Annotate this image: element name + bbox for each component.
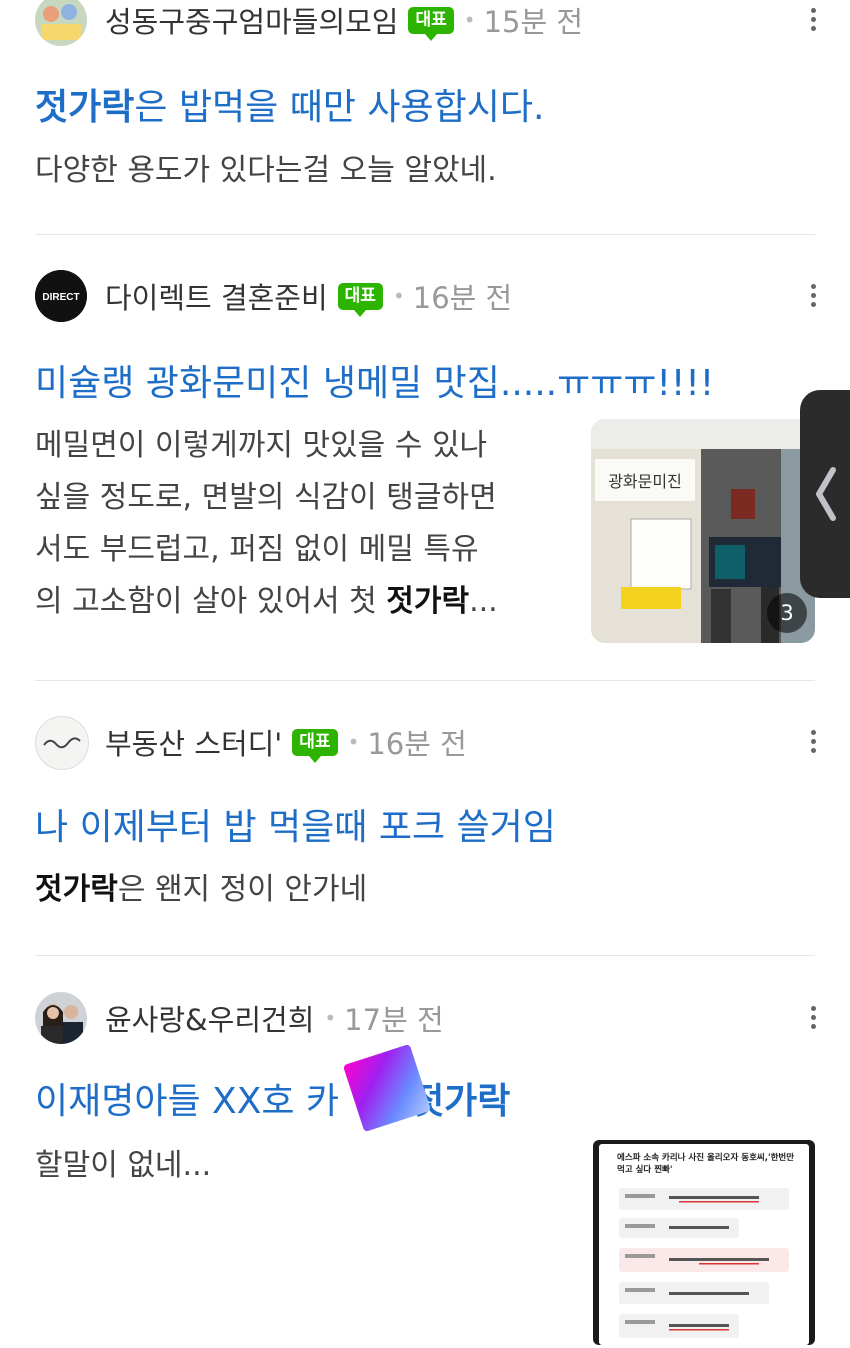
thumbnail-heading: 에스파 소속 카리나 사진 올리오자 동호씨,'한번만 먹고 싶다 찐빠' bbox=[617, 1153, 795, 1175]
cafe-avatar[interactable] bbox=[35, 992, 87, 1044]
divider bbox=[35, 234, 815, 235]
chevron-left-icon bbox=[816, 467, 836, 521]
snippet-line: 서도 부드럽고, 퍼짐 없이 메밀 특유 bbox=[35, 532, 479, 567]
separator-dot: • bbox=[347, 730, 360, 754]
highlight-keyword: 젓가락 bbox=[386, 584, 470, 619]
ellipsis: ... bbox=[469, 584, 498, 619]
avatar-label: DIRECT bbox=[42, 292, 79, 303]
title-text: 은 밥먹을 때만 사용합시다. bbox=[134, 87, 545, 128]
more-vertical-icon[interactable] bbox=[801, 0, 825, 44]
cafe-name[interactable]: 다이렉트 결혼준비 bbox=[105, 275, 328, 317]
more-vertical-icon[interactable] bbox=[801, 992, 825, 1042]
cafe-name[interactable]: 윤사랑&우리건희 bbox=[105, 997, 314, 1039]
title-text: 이재명아들 XX호 카 bbox=[35, 1081, 340, 1122]
more-vertical-icon[interactable] bbox=[801, 270, 825, 320]
separator-dot: • bbox=[392, 284, 405, 308]
post-thumbnail[interactable]: 에스파 소속 카리나 사진 올리오자 동호씨,'한번만 먹고 싶다 찐빠' bbox=[593, 1140, 815, 1345]
separator-dot: • bbox=[324, 1006, 337, 1030]
post-thumbnail[interactable]: 광화문미진 3 bbox=[591, 419, 815, 643]
post-time: 17분 전 bbox=[344, 1003, 444, 1037]
snippet-text: 의 고소함이 살아 있어서 첫 bbox=[35, 584, 387, 619]
divider bbox=[35, 955, 815, 956]
post-snippet: 할말이 없네... bbox=[35, 1148, 212, 1183]
shop-sign-text: 광화문미진 bbox=[608, 472, 682, 491]
post-title[interactable]: 이재명아들 XX호 카 젓가락 bbox=[35, 1072, 510, 1124]
snippet-line: 메밀면이 이렇게까지 맛있을 수 있나 bbox=[35, 428, 488, 463]
highlight-keyword: 젓가락 bbox=[35, 87, 135, 128]
post-time: 16분 전 bbox=[412, 281, 513, 315]
cafe-name[interactable]: 부동산 스터디' bbox=[105, 721, 282, 763]
representative-badge: 대표 bbox=[292, 728, 338, 763]
highlight-keyword: 젓가락 bbox=[35, 872, 118, 907]
post-title[interactable]: 젓가락은 밥먹을 때만 사용합시다. bbox=[35, 78, 544, 130]
post-snippet: 젓가락은 왠지 정이 안가네 bbox=[35, 864, 367, 916]
snippet-text: 은 왠지 정이 안가네 bbox=[117, 872, 368, 907]
post-time: 15분 전 bbox=[483, 5, 584, 39]
side-panel-handle[interactable] bbox=[800, 390, 850, 598]
cafe-avatar[interactable] bbox=[35, 716, 89, 770]
post-title[interactable]: 나 이제부터 밥 먹을때 포크 쓸거임 bbox=[35, 798, 556, 850]
cafe-name[interactable]: 성동구중구엄마들의모임 bbox=[105, 0, 398, 41]
cafe-avatar[interactable] bbox=[35, 0, 87, 46]
representative-badge: 대표 bbox=[408, 6, 454, 41]
post-snippet: 다양한 용도가 있다는걸 오늘 알았네. bbox=[35, 153, 497, 188]
more-vertical-icon[interactable] bbox=[801, 716, 825, 766]
image-count: 3 bbox=[767, 593, 807, 633]
post-snippet: 메밀면이 이렇게까지 맛있을 수 있나 싶을 정도로, 면발의 식감이 탱글하면… bbox=[35, 420, 565, 628]
snippet-line: 의 고소함이 살아 있어서 첫 젓가락... bbox=[35, 576, 565, 628]
divider bbox=[35, 680, 815, 681]
post-title[interactable]: 미슐랭 광화문미진 냉메밀 맛집.....ㅠㅠㅠ!!!! bbox=[35, 354, 714, 406]
separator-dot: • bbox=[463, 8, 476, 32]
post-time: 16분 전 bbox=[367, 727, 467, 761]
cafe-avatar[interactable]: DIRECT bbox=[35, 270, 87, 322]
representative-badge: 대표 bbox=[337, 282, 383, 317]
snippet-line: 싶을 정도로, 면발의 식감이 탱글하면 bbox=[35, 480, 497, 515]
